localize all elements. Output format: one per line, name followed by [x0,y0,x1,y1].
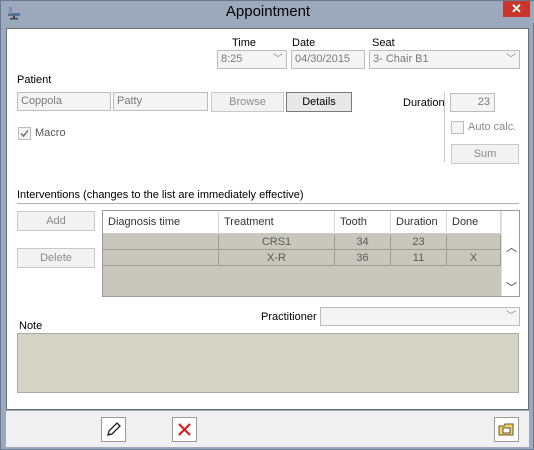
seat-label: Seat [372,37,395,49]
seat-value: 3- Chair B1 [373,53,429,65]
edit-button[interactable] [101,417,126,442]
note-label: Note [19,320,43,332]
time-label: Time [232,37,257,49]
delete-button[interactable]: Delete [17,248,95,268]
title-bar[interactable]: Appointment ✕ [1,1,534,23]
macro-label: Macro [35,127,66,139]
cell-treatment: X-R [219,251,335,266]
cell-tooth: 34 [335,235,391,250]
chevron-down-icon: ﹀ [506,311,516,322]
time-value: 8:25 [221,53,243,65]
practitioner-label: Practitioner [261,311,317,323]
column-header-duration[interactable]: Duration [391,211,447,234]
browse-button[interactable]: Browse [211,92,284,112]
delete-appointment-button[interactable] [172,417,197,442]
interventions-separator [17,203,519,204]
folder-save-icon [498,423,514,436]
note-textarea[interactable] [17,333,519,393]
seat-combo[interactable]: 3- Chair B1 ﹀ [369,50,520,69]
column-header-tooth[interactable]: Tooth [335,211,391,234]
sum-button[interactable]: Sum [451,144,519,164]
patient-first-name-field[interactable]: Patty [113,92,208,111]
cell-tooth: 36 [335,251,391,266]
patient-label: Patient [17,74,52,86]
scroll-down-icon[interactable]: ﹀ [506,279,517,295]
column-header-diagnosis-time[interactable]: Diagnosis time [103,211,219,234]
cell-diagnosis-time [103,235,219,250]
patient-last-name-field[interactable]: Coppola [17,92,111,111]
date-field[interactable]: 04/30/2015 [291,50,365,69]
duration-divider [444,92,445,162]
cell-diagnosis-time [103,251,219,266]
cell-treatment: CRS1 [219,235,335,250]
time-combo[interactable]: 8:25 ﹀ [217,50,287,69]
auto-calc-label: Auto calc. [468,121,517,133]
save-button[interactable] [494,417,519,442]
date-label: Date [292,37,316,49]
cell-duration: 23 [391,235,447,250]
chevron-down-icon: ﹀ [273,54,283,65]
table-header: Diagnosis time Treatment Tooth Duration … [103,211,501,234]
macro-checkbox[interactable] [18,127,31,140]
auto-calc-checkbox[interactable] [451,121,464,134]
cell-done [447,235,501,250]
chevron-down-icon: ﹀ [506,54,516,65]
red-x-icon [178,423,191,436]
details-button[interactable]: Details [286,92,352,112]
practitioner-combo[interactable]: ﹀ [320,307,520,326]
duration-label: Duration [403,97,445,109]
pencil-icon [107,422,121,436]
bottom-toolbar [6,411,529,447]
add-button[interactable]: Add [17,211,95,231]
column-header-treatment[interactable]: Treatment [219,211,335,234]
appointment-window: Appointment ✕ Time 8:25 ﹀ Date 04/30/201… [0,0,534,450]
table-scrollbar[interactable]: ︿ ﹀ [501,211,519,296]
window-title: Appointment [225,3,311,20]
interventions-table[interactable]: Diagnosis time Treatment Tooth Duration … [102,210,520,297]
table-row[interactable]: CRS1 34 23 [103,235,501,250]
column-header-done[interactable]: Done [447,211,501,234]
scroll-up-icon[interactable]: ︿ [506,239,517,255]
cell-duration: 11 [391,251,447,266]
table-row[interactable]: X-R 36 11 X [103,251,501,266]
duration-field[interactable]: 23 [450,93,495,112]
interventions-heading: Interventions (changes to the list are i… [17,189,304,201]
close-button[interactable]: ✕ [503,1,530,17]
cell-done: X [447,251,501,266]
checkmark-icon [20,129,29,138]
